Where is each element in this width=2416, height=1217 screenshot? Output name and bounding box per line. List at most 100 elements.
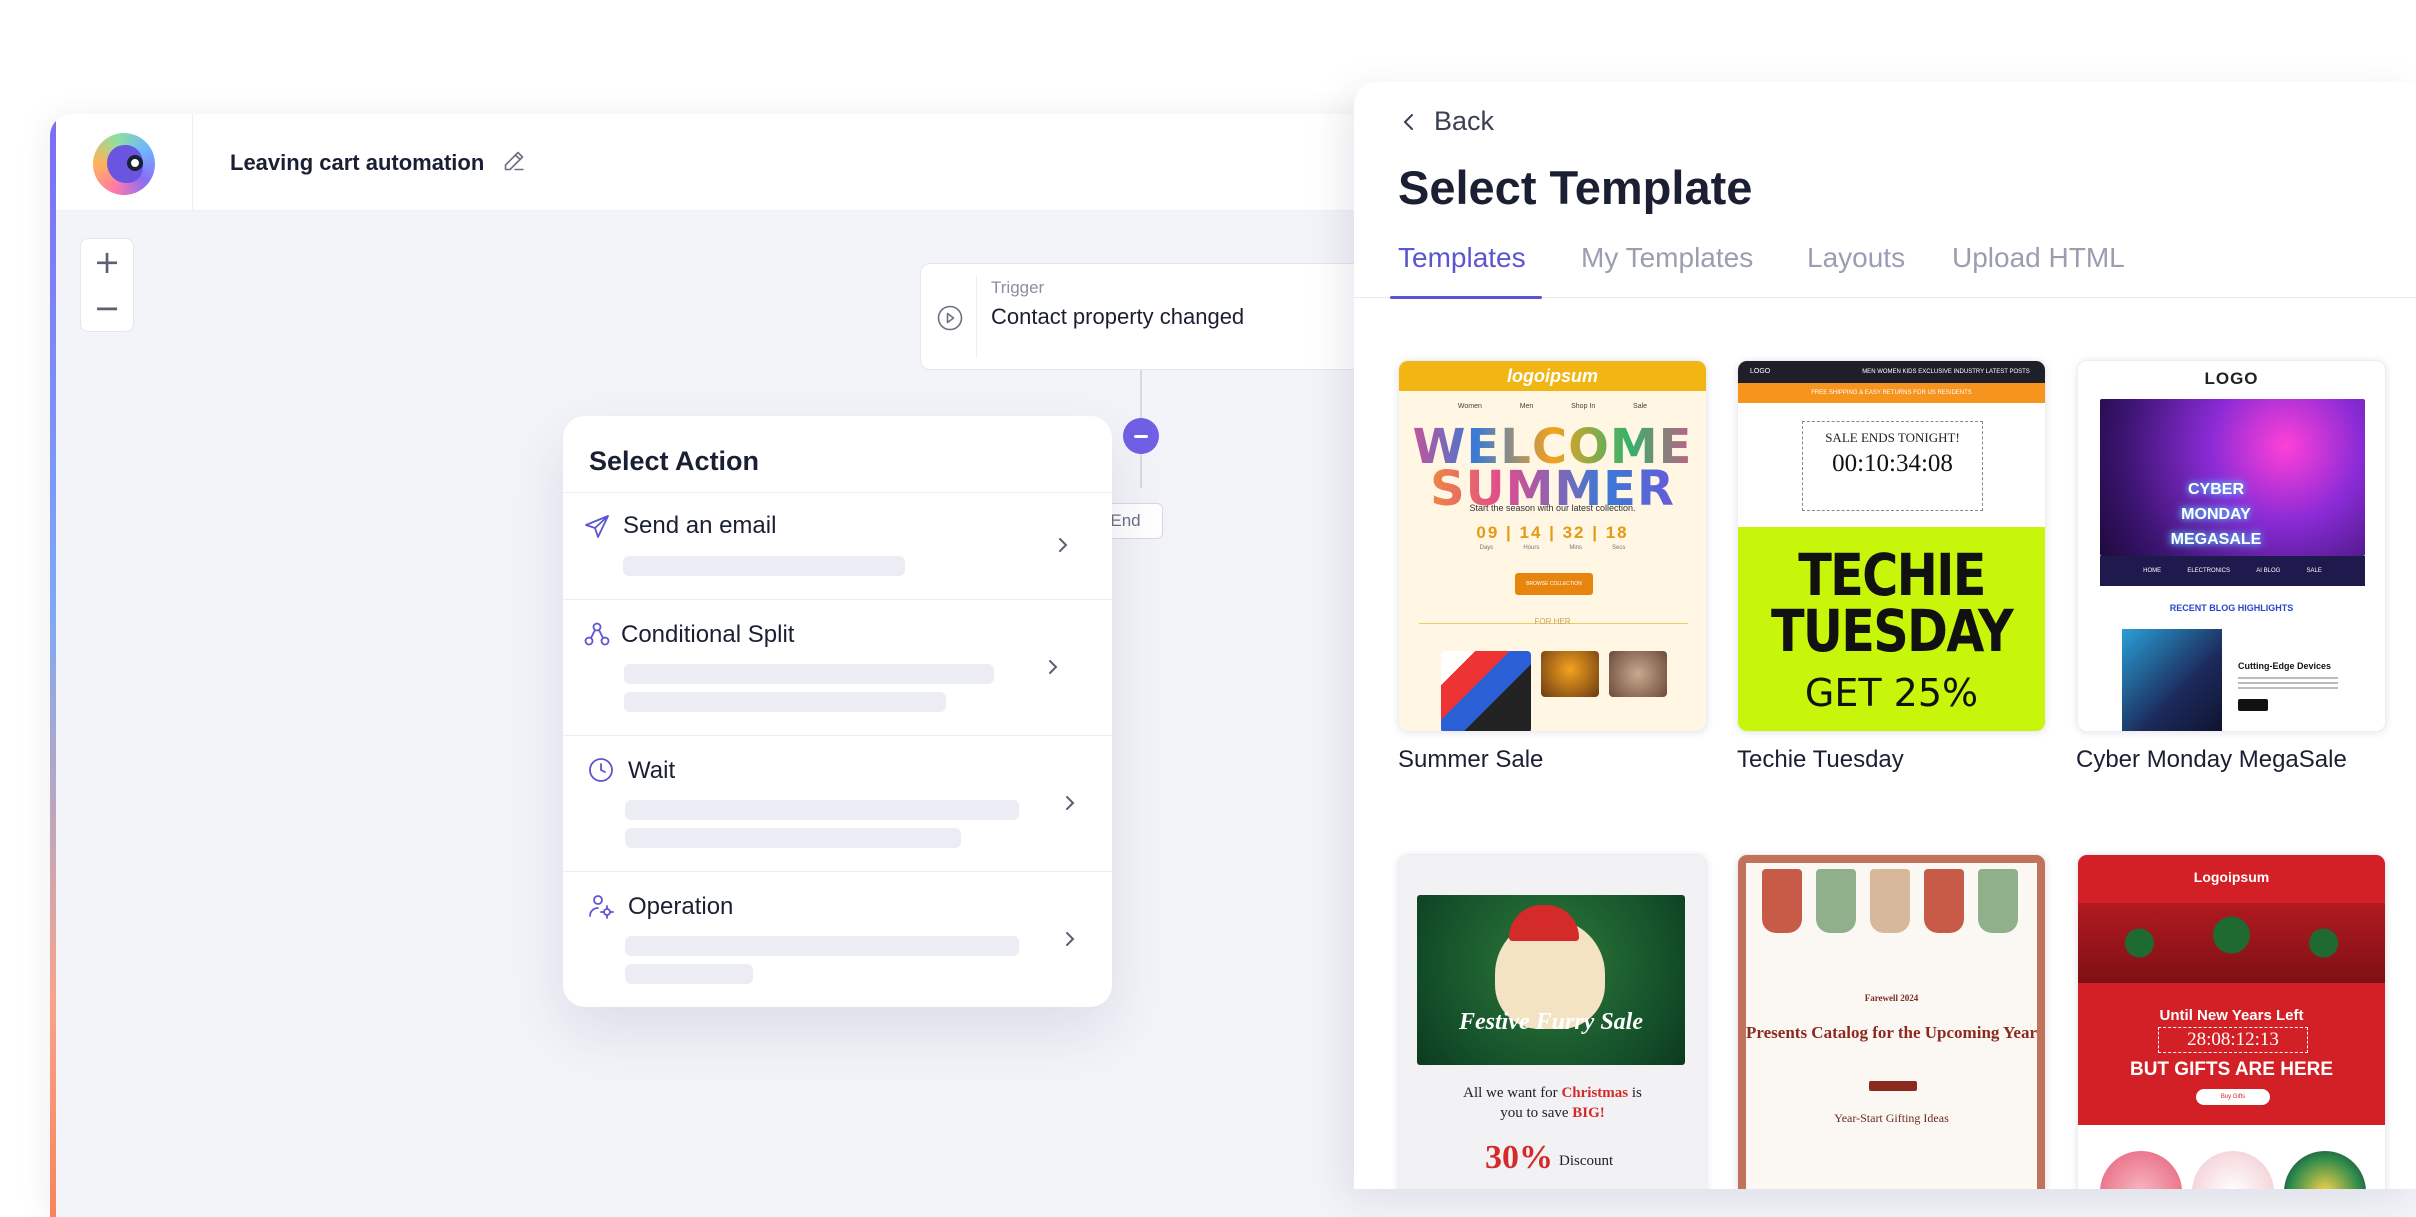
thumb-countdown: 09 | 14 | 32 | 18 — [1476, 523, 1629, 542]
tab-my-templates[interactable]: My Templates — [1581, 242, 1753, 274]
thumb-nav-item: Men — [1519, 403, 1534, 410]
tab-templates[interactable]: Templates — [1398, 242, 1526, 274]
thumb-topbar: LOGO MEN WOMEN KIDS EXCLUSIVE INDUSTRY L… — [1738, 361, 2045, 383]
thumb-headline: CYBER MONDAY MEGASALE — [2170, 481, 2262, 548]
thumb-garland — [2078, 903, 2385, 983]
placeholder-bar — [624, 664, 994, 684]
thumb-headline: TECHIE TUESDAY — [1770, 541, 2014, 665]
thumb-nav-item: SALE — [2306, 568, 2322, 574]
tab-upload-html[interactable]: Upload HTML — [1952, 242, 2125, 274]
action-item-conditional-split[interactable]: Conditional Split — [563, 599, 1112, 735]
trigger-label: Trigger — [991, 278, 1045, 297]
template-tabs: Templates My Templates Layouts Upload HT… — [1354, 242, 2416, 299]
chevron-left-icon — [1403, 113, 1413, 130]
thumb-percent: 30% — [1485, 1139, 1553, 1176]
action-item-operation[interactable]: Operation — [563, 871, 1112, 1007]
template-name: Techie Tuesday — [1737, 746, 1904, 773]
thumb-headline: Presents Catalog for the Upcoming Year — [1746, 1023, 2038, 1042]
automation-title: Leaving cart automation — [230, 150, 485, 175]
collapse-node-button[interactable] — [1123, 418, 1159, 454]
thumb-cta — [2238, 699, 2268, 711]
action-item-label: Wait — [628, 757, 676, 784]
thumb-logo: LOGO — [2204, 369, 2259, 388]
countdown-label: Mins — [1569, 545, 1582, 551]
template-name: Cyber Monday MegaSale — [2076, 746, 2347, 773]
thumb-stocking — [1978, 869, 2018, 933]
thumb-text: you to save — [1500, 1105, 1569, 1121]
chevron-right-icon — [1049, 660, 1058, 674]
thumb-shipping-bar: FREE SHIPPING & EASY RETURNS FOR US RESI… — [1738, 383, 2045, 403]
thumb-nav: Women Men Shop In Sale — [1399, 403, 1706, 410]
thumb-photo — [1441, 651, 1531, 731]
template-thumb-summer-sale[interactable]: logoipsum Women Men Shop In Sale WELCOME… — [1398, 360, 1707, 732]
header-divider — [192, 114, 193, 211]
placeholder-bar — [625, 800, 1019, 820]
operation-icon — [589, 895, 614, 919]
template-thumb-new-year[interactable]: Logoipsum Until New Years Left 28:08:12:… — [2077, 854, 2386, 1189]
template-thumb-techie-tuesday[interactable]: LOGO MEN WOMEN KIDS EXCLUSIVE INDUSTRY L… — [1737, 360, 2046, 732]
action-item-send-email[interactable]: Send an email — [563, 492, 1112, 599]
placeholder-bar — [624, 692, 946, 712]
thumb-nav-item: Shop In — [1571, 403, 1596, 410]
action-item-wait[interactable]: Wait — [563, 735, 1112, 871]
thumb-blog-text — [2238, 677, 2338, 691]
thumb-timer: 28:08:12:13 — [2158, 1027, 2308, 1053]
trigger-separator — [976, 276, 977, 358]
thumb-discount-label: Discount — [1559, 1153, 1614, 1169]
active-tab-indicator — [1390, 296, 1542, 299]
thumb-stocking — [1816, 869, 1856, 933]
countdown-label: Hours — [1523, 545, 1540, 551]
thumb-text: is — [1631, 1085, 1642, 1101]
thumb-section-label: RECENT BLOG HIGHLIGHTS — [2169, 603, 2294, 613]
thumb-photo — [1609, 651, 1667, 697]
trigger-value: Contact property changed — [991, 304, 1245, 329]
thumb-cta: Buy Gifts — [2196, 1089, 2270, 1105]
thumb-section-label: FOR HER — [1534, 617, 1571, 626]
action-item-label: Conditional Split — [621, 621, 795, 648]
thumb-nav-item: HOME — [2143, 568, 2162, 574]
back-button[interactable]: Back — [1398, 106, 1494, 137]
thumb-sale-text: SALE ENDS TONIGHT! — [1825, 430, 1960, 445]
edit-icon[interactable] — [502, 149, 526, 173]
thumb-photo — [1541, 651, 1599, 697]
thumb-cta: BROWSE COLLECTION — [1515, 573, 1593, 595]
placeholder-bar — [625, 964, 753, 984]
thumb-nav-item: ELECTRONICS — [2187, 568, 2231, 574]
thumb-nav-item: AI BLOG — [2256, 568, 2281, 574]
clock-icon — [589, 758, 613, 782]
action-item-label: Send an email — [623, 512, 777, 539]
thumb-highlight: Christmas — [1561, 1085, 1629, 1101]
thumb-nav-item: Women — [1457, 403, 1482, 410]
thumb-subtitle: Start the season with our latest collect… — [1469, 503, 1636, 513]
template-name: Summer Sale — [1398, 746, 1544, 773]
thumb-blog-title: Cutting-Edge Devices — [2238, 661, 2332, 671]
minus-icon — [1134, 434, 1148, 438]
tab-layouts[interactable]: Layouts — [1807, 242, 1905, 274]
template-thumb-cyber-monday[interactable]: LOGO CYBER MONDAY MEGASALE HOME ELECTRON… — [2077, 360, 2386, 732]
app-accent-edge — [50, 114, 56, 1217]
template-thumb-farewell[interactable]: Farewell 2024 Presents Catalog for the U… — [1737, 854, 2046, 1189]
chevron-right-icon — [1059, 538, 1068, 552]
placeholder-bar — [625, 828, 961, 848]
zoom-in-button[interactable]: + — [81, 239, 133, 285]
logo-eye — [127, 155, 143, 171]
template-thumb-festive-furry[interactable]: Festive Furry Sale All we want for Chris… — [1398, 854, 1707, 1189]
thumb-nav: HOME ELECTRONICS AI BLOG SALE — [2100, 556, 2365, 586]
thumb-nav-item: Sale — [1633, 403, 1648, 410]
play-circle-icon — [937, 305, 963, 331]
thumb-body-text: All we want for Christmas is you to save… — [1399, 1083, 1706, 1123]
thumb-section-label: Year-Start Gifting Ideas — [1834, 1111, 1949, 1125]
thumb-sale-box: SALE ENDS TONIGHT! 00:10:34:08 — [1802, 421, 1983, 511]
thumb-label: Farewell 2024 — [1864, 993, 1919, 1003]
thumb-cta — [1869, 1081, 1917, 1091]
zoom-out-button[interactable]: − — [81, 285, 133, 331]
split-icon — [584, 622, 610, 646]
zoom-controls: + − — [80, 238, 134, 332]
select-action-panel: Select Action Send an email Conditional … — [563, 416, 1112, 1007]
thumb-logo: logoipsum — [1399, 361, 1706, 391]
placeholder-bar — [625, 936, 1019, 956]
thumb-stocking — [1870, 869, 1910, 933]
thumb-stocking — [1762, 869, 1802, 933]
brand-logo[interactable] — [93, 133, 155, 195]
thumb-nav: MEN WOMEN KIDS EXCLUSIVE INDUSTRY LATEST… — [1862, 369, 2030, 375]
